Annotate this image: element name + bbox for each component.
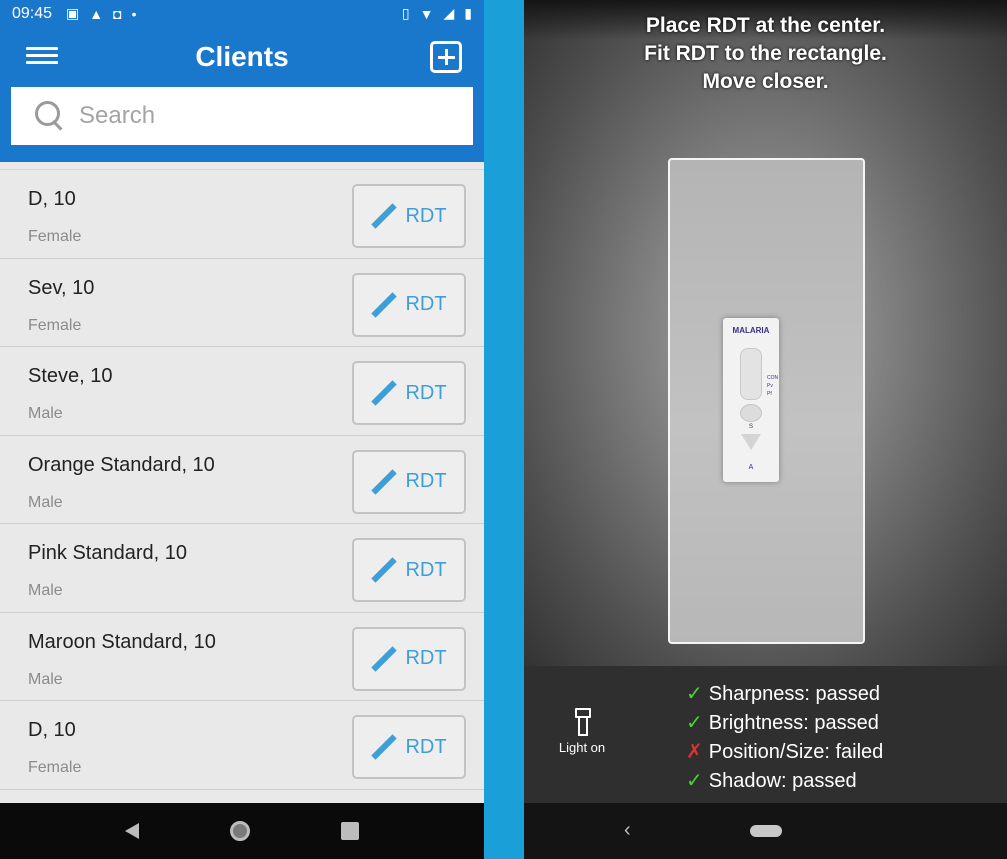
table-row[interactable]: Orange Standard, 10 Male RDT (0, 435, 484, 524)
battery-icon: ▮ (464, 5, 472, 21)
dot-icon: • (131, 5, 137, 22)
pencil-icon (371, 646, 397, 672)
image-icon: ▣ (66, 5, 80, 21)
quality-checks: ✓ Sharpness: passed ✓ Brightness: passed ✗ Po… (686, 680, 883, 796)
home-pill-icon[interactable] (750, 825, 782, 837)
vibrate-icon: ▯ (401, 5, 410, 21)
table-row[interactable]: Pink Standard, 10 Male RDT (0, 524, 484, 613)
light-toggle[interactable]: Light on (552, 708, 612, 755)
instruction-line: Fit RDT to the rectangle. (644, 42, 887, 65)
rdt-button-label: RDT (405, 293, 447, 315)
quality-check-label: Position/Size: failed (708, 741, 884, 763)
recents-icon[interactable] (340, 822, 359, 840)
search-icon (35, 101, 65, 131)
status-bar: 09:45 ▣ ▲ ◘ • ▯ ▼ ◢ ▮ (0, 0, 484, 27)
rdt-button[interactable]: RDT (352, 272, 466, 337)
clients-screen: 09:45 ▣ ▲ ◘ • ▯ ▼ ◢ ▮ Clients Search D, … (0, 0, 484, 859)
rdt-button[interactable]: RDT (352, 449, 466, 514)
table-row[interactable]: D, 10 Female RDT (0, 170, 484, 259)
light-label: Light on (558, 740, 606, 755)
signal-icon: ◢ (443, 5, 455, 21)
checkmark-icon: ✓ (686, 683, 703, 705)
wifi-icon: ▼ (419, 5, 434, 22)
nav-bar (0, 803, 484, 859)
instruction-line: Place RDT at the center. (645, 14, 886, 37)
table-row[interactable]: Sev, 10 Female RDT (0, 258, 484, 347)
back-icon[interactable]: ‹ (624, 819, 631, 842)
table-row[interactable]: Steve, 10 Male RDT (0, 347, 484, 436)
client-sex: Female (28, 759, 82, 776)
u-icon: ◘ (113, 5, 122, 22)
rdt-button-label: RDT (405, 204, 447, 227)
page-title: Clients (195, 41, 289, 72)
pencil-icon (371, 380, 397, 406)
client-list: D, 10 Female RDT Sev, 10 Female RDT Steve, 10 M… (0, 170, 484, 790)
client-name: Maroon Standard, 10 (28, 630, 216, 653)
pencil-icon (371, 734, 397, 760)
search-placeholder: Search (79, 102, 156, 129)
back-icon[interactable] (125, 823, 140, 839)
quality-check-item: ✓ Sharpness: passed (686, 680, 883, 709)
warning-icon: ▲ (89, 5, 104, 22)
rdt-button-label: RDT (405, 558, 447, 581)
rdt-button[interactable]: RDT (352, 361, 466, 425)
rdt-button[interactable]: RDT (352, 538, 466, 602)
client-name: D, 10 (28, 188, 76, 210)
table-row[interactable]: Maroon Standard, 10 Male RDT (0, 612, 484, 701)
rdt-cassette-image: MALARIA CON Pv Pf S A (723, 318, 779, 482)
instruction-line: Move closer. (702, 70, 829, 93)
system-icons: ▯ ▼ ◢ ▮ (402, 5, 472, 22)
client-sex: Female (28, 228, 82, 245)
list-top-edge (0, 162, 484, 170)
screenshot-root: 09:45 ▣ ▲ ◘ • ▯ ▼ ◢ ▮ Clients Search D, … (0, 0, 1007, 859)
flashlight-icon (575, 708, 591, 736)
client-name: D, 10 (28, 719, 76, 741)
client-sex: Male (28, 670, 63, 688)
cross-icon: ✗ (686, 741, 703, 763)
rdt-button[interactable]: RDT (352, 184, 466, 248)
rdt-button[interactable]: RDT (352, 715, 466, 779)
app-bar: Clients Search (0, 27, 484, 163)
client-name: Steve, 10 (28, 365, 113, 387)
status-time: 09:45 (12, 4, 53, 22)
table-row[interactable]: D, 10 Female RDT (0, 701, 484, 790)
camera-preview: Place RDT at the center. Fit RDT to the … (524, 0, 1007, 666)
pencil-icon (371, 292, 397, 318)
cassette-label: MALARIA (732, 326, 770, 335)
pencil-icon (371, 557, 397, 583)
home-icon[interactable] (229, 821, 250, 841)
quality-check-item: ✓ Brightness: passed (686, 709, 883, 738)
checkmark-icon: ✓ (686, 712, 703, 734)
pencil-icon (371, 203, 397, 229)
client-name: Orange Standard, 10 (28, 453, 215, 476)
rdt-capture-screen: Place RDT at the center. Fit RDT to the … (524, 0, 1007, 859)
rdt-button-label: RDT (405, 381, 447, 404)
rdt-button-label: RDT (405, 470, 447, 492)
client-sex: Male (28, 493, 63, 511)
quality-check-label: Brightness: passed (708, 712, 879, 734)
rdt-guide-rectangle: MALARIA CON Pv Pf S A (668, 158, 865, 644)
quality-check-item: ✓ Shadow: passed (686, 767, 883, 796)
add-client-icon[interactable] (430, 41, 462, 73)
client-sex: Male (28, 582, 63, 599)
rdt-button-label: RDT (405, 647, 447, 669)
quality-check-label: Shadow: passed (708, 770, 857, 792)
checkmark-icon: ✓ (686, 770, 703, 792)
client-name: Pink Standard, 10 (28, 542, 187, 564)
rdt-button-label: RDT (405, 735, 447, 758)
quality-check-item: ✗ Position/Size: failed (686, 738, 883, 767)
quality-panel: Light on ✓ Sharpness: passed ✓ Brightness: … (524, 666, 1007, 804)
pencil-icon (371, 469, 397, 495)
client-sex: Female (28, 316, 82, 334)
nav-bar: ‹ (524, 803, 1007, 859)
client-name: Sev, 10 (28, 276, 95, 299)
quality-check-label: Sharpness: passed (708, 683, 880, 705)
rdt-button[interactable]: RDT (352, 626, 466, 691)
client-sex: Male (28, 405, 63, 422)
capture-instructions: Place RDT at the center. Fit RDT to the … (524, 12, 1007, 96)
search-input[interactable]: Search (11, 87, 473, 145)
